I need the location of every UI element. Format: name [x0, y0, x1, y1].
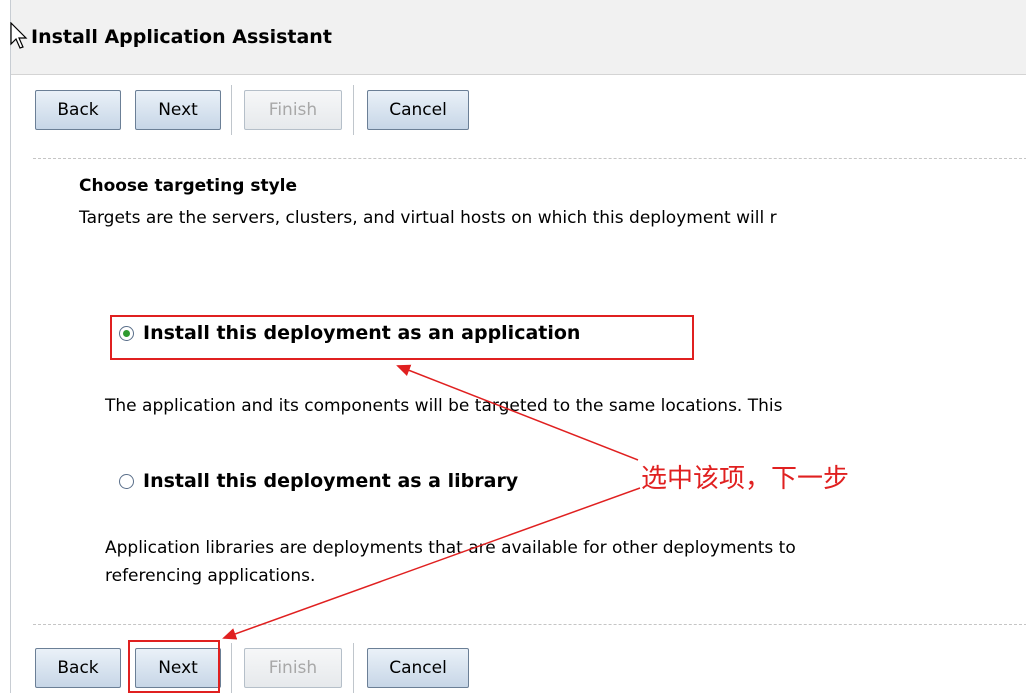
page-title: Install Application Assistant [31, 26, 332, 48]
finish-button-top[interactable]: Finish [244, 90, 342, 130]
annotation-text: 选中该项，下一步 [641, 464, 850, 494]
highlight-box-option [110, 315, 694, 360]
install-assistant-panel: Install Application Assistant Back Next … [10, 0, 1026, 693]
divider [33, 158, 1026, 159]
toolbar-separator [353, 643, 357, 693]
option-label: Install this deployment as a library [143, 470, 519, 492]
title-bar: Install Application Assistant [11, 0, 1026, 75]
section-heading: Choose targeting style [79, 176, 298, 196]
option-description: The application and its components will … [105, 396, 783, 416]
wizard-toolbar-top: Back Next Finish Cancel [11, 85, 1026, 135]
highlight-box-next [128, 640, 220, 693]
section-description: Targets are the servers, clusters, and v… [79, 208, 777, 228]
toolbar-separator [231, 643, 235, 693]
next-button-top[interactable]: Next [135, 90, 221, 130]
option-description: Application libraries are deployments th… [105, 538, 796, 558]
cancel-button-top[interactable]: Cancel [367, 90, 469, 130]
back-button-top[interactable]: Back [35, 90, 121, 130]
divider [33, 624, 1026, 625]
toolbar-separator [231, 85, 235, 135]
back-button-bottom[interactable]: Back [35, 648, 121, 688]
option-install-library[interactable]: Install this deployment as a library [119, 470, 518, 492]
radio-unselected-icon[interactable] [119, 473, 134, 489]
toolbar-separator [353, 85, 357, 135]
cancel-button-bottom[interactable]: Cancel [367, 648, 469, 688]
finish-button-bottom[interactable]: Finish [244, 648, 342, 688]
option-description-line2: referencing applications. [105, 566, 316, 586]
mouse-cursor-icon [10, 22, 28, 49]
